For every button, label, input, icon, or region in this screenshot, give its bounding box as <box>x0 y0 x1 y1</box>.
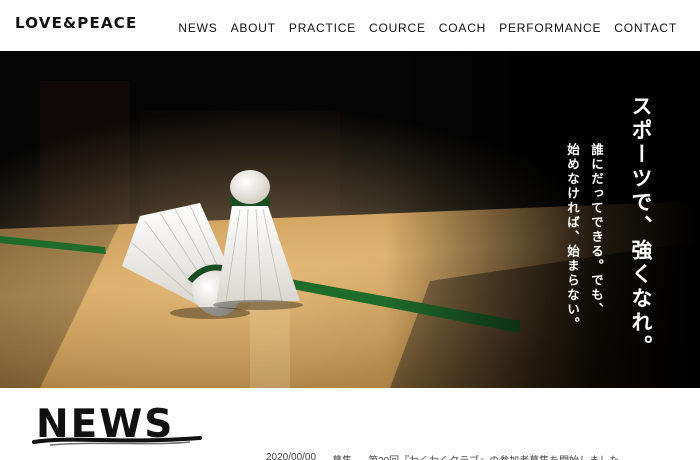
main-nav: NEWS ABOUT PRACTICE COURCE COACH PERFORM… <box>178 21 677 35</box>
site-header: LOVE&PEACE NEWS ABOUT PRACTICE COURCE CO… <box>0 0 700 51</box>
nav-coach[interactable]: COACH <box>439 21 486 35</box>
nav-about[interactable]: ABOUT <box>231 21 276 35</box>
nav-cource[interactable]: COURCE <box>369 21 426 35</box>
news-date: 2020/00/00 <box>266 452 317 460</box>
hero-section: スポーツで、強くなれ。 誰にだってできる。でも、 始めなければ、始まらない。 <box>0 51 700 388</box>
nav-practice[interactable]: PRACTICE <box>289 21 356 35</box>
hero-headline: スポーツで、強くなれ。 <box>629 95 653 359</box>
nav-performance[interactable]: PERFORMANCE <box>499 21 601 35</box>
news-heading-brush-underline <box>32 436 202 446</box>
nav-contact[interactable]: CONTACT <box>614 21 677 35</box>
site-logo[interactable]: LOVE&PEACE <box>15 14 137 32</box>
news-text[interactable]: 第20回『わくわくクラブ』の参加者募集を開始しました <box>368 452 619 460</box>
news-category: 募集 <box>332 452 352 460</box>
hero-subline-2: 始めなければ、始まらない。 <box>565 143 580 332</box>
hero-subline: 誰にだってできる。でも、 始めなければ、始まらない。 <box>560 143 608 332</box>
hero-subline-1: 誰にだってできる。でも、 <box>589 143 604 317</box>
nav-news[interactable]: NEWS <box>178 21 217 35</box>
news-list-item[interactable]: 2020/00/00 募集 第20回『わくわくクラブ』の参加者募集を開始しました <box>266 452 619 460</box>
